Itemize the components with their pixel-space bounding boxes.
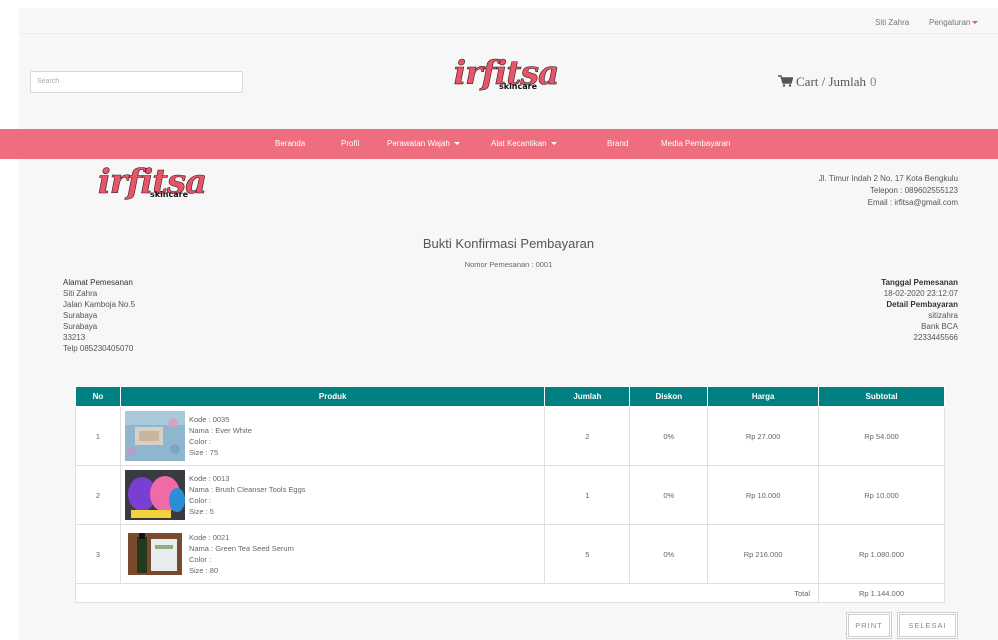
- product-code: Kode : 0021: [188, 533, 230, 542]
- cart-icon: [778, 75, 794, 87]
- row-subtotal: Rp 1.080.000: [818, 524, 945, 584]
- total-row: Total Rp 1.144.000: [74, 583, 945, 603]
- order-table: No Produk Jumlah Diskon Harga Subtotal 1: [74, 386, 945, 603]
- column-header-jumlah: Jumlah: [544, 386, 631, 407]
- row-discount: 0%: [629, 524, 709, 584]
- product-name: Nama : Ever White: [188, 426, 252, 435]
- top-bar: Siti Zahra Pengaturan: [19, 8, 998, 34]
- page-title: Bukti Konfirmasi Pembayaran: [422, 236, 595, 251]
- product-code: Kode : 0035: [188, 415, 230, 424]
- finish-button[interactable]: SELESAI: [898, 613, 957, 638]
- store-info: Jl. Timur Indah 2 No. 17 Kota Bengkulu T…: [819, 173, 958, 209]
- product-size: Size : 80: [188, 566, 219, 575]
- cart-link[interactable]: Cart / Jumlah 0: [778, 74, 877, 90]
- shipping-line: 33213: [63, 333, 86, 342]
- row-price: Rp 216.000: [707, 524, 820, 584]
- nav-item-label: Alat Kecantikan: [491, 139, 547, 148]
- row-quantity: 1: [544, 465, 631, 525]
- product-cell: Kode : 0035 Nama : Ever White Color : Si…: [119, 406, 546, 466]
- settings-label: Pengaturan: [929, 18, 971, 27]
- user-name-link[interactable]: Siti Zahra: [875, 18, 909, 27]
- total-value: Rp 1.144.000: [818, 583, 945, 603]
- settings-dropdown[interactable]: Pengaturan: [929, 18, 979, 27]
- nav-item-alat-kecantikan[interactable]: Alat Kecantikan: [491, 139, 557, 148]
- receipt-logo: irfitsa skincare: [87, 164, 217, 200]
- product-color: Color :: [188, 496, 212, 505]
- table-row: 1 Kode : 0035 Nama : Ever White Color : …: [75, 406, 945, 466]
- store-email: Email : irfitsa@gmail.com: [867, 198, 958, 207]
- date-heading: Tanggal Pemesanan: [881, 278, 958, 287]
- shipping-line: Surabaya: [63, 322, 98, 331]
- row-no: 3: [75, 524, 121, 584]
- product-image: [124, 529, 185, 579]
- shipping-line: Jalan Kamboja No.5: [63, 300, 136, 309]
- caret-down-icon: [972, 21, 979, 25]
- column-header-produk: Produk: [119, 386, 546, 407]
- column-header-no: No: [75, 386, 121, 407]
- row-discount: 0%: [629, 465, 709, 525]
- product-size: Size : 75: [188, 448, 219, 457]
- shipping-address: Alamat Pemesanan Siti Zahra Jalan Kamboj…: [63, 277, 135, 354]
- row-no: 2: [75, 465, 121, 525]
- row-discount: 0%: [629, 406, 709, 466]
- product-code: Kode : 0013: [188, 474, 230, 483]
- row-quantity: 2: [544, 406, 631, 466]
- nav-item-beranda[interactable]: Beranda: [275, 139, 305, 148]
- row-subtotal: Rp 10.000: [818, 465, 945, 525]
- column-header-diskon: Diskon: [629, 386, 709, 407]
- shipping-heading: Alamat Pemesanan: [63, 278, 133, 287]
- payment-account-number: 2233445566: [913, 333, 959, 342]
- search-input[interactable]: Search: [30, 71, 243, 93]
- product-name: Nama : Green Tea Seed Serum: [188, 544, 294, 553]
- column-header-harga: Harga: [707, 386, 820, 407]
- cart-count: 0: [870, 74, 877, 89]
- nav-item-profil[interactable]: Profil: [341, 139, 359, 148]
- table-header-row: No Produk Jumlah Diskon Harga Subtotal: [75, 386, 945, 407]
- row-no: 1: [75, 406, 121, 466]
- total-label: Total: [74, 583, 820, 603]
- caret-down-icon: [453, 142, 460, 146]
- row-price: Rp 10.000: [707, 465, 820, 525]
- main-nav: Beranda Profil Perawatan Wajah Alat Keca…: [0, 129, 998, 159]
- site-header: Search irfitsa skincare Cart / Jumlah 0: [19, 34, 998, 129]
- shipping-line: Siti Zahra: [63, 289, 98, 298]
- row-price: Rp 27.000: [707, 406, 820, 466]
- shipping-line: Surabaya: [63, 311, 98, 320]
- caret-down-icon: [550, 142, 557, 146]
- product-color: Color :: [188, 555, 212, 564]
- product-color: Color :: [188, 437, 212, 446]
- product-cell: Kode : 0021 Nama : Green Tea Seed Serum …: [119, 524, 546, 584]
- receipt-panel: irfitsa skincare Jl. Timur Indah 2 No. 1…: [19, 159, 998, 640]
- nav-item-label: Perawatan Wajah: [387, 139, 450, 148]
- site-logo[interactable]: irfitsa skincare: [451, 55, 561, 91]
- cart-label: Cart / Jumlah: [796, 74, 867, 89]
- store-phone: Telepon : 089602555123: [869, 186, 958, 195]
- product-name: Nama : Brush Cleanser Tools Eggs: [188, 485, 306, 494]
- print-button[interactable]: PRINT: [847, 613, 891, 638]
- table-row: 3 Kode : 0021 Nama : Green Tea Seed Seru…: [75, 524, 945, 584]
- row-quantity: 5: [544, 524, 631, 584]
- payment-account: sitizahra: [928, 311, 958, 320]
- order-number: Nomor Pemesanan : 0001: [464, 260, 553, 269]
- product-image: [124, 470, 185, 520]
- order-date: 18-02-2020 23:12:07: [883, 289, 958, 298]
- payment-bank: Bank BCA: [921, 322, 958, 331]
- column-header-subtotal: Subtotal: [818, 386, 945, 407]
- product-image: [124, 411, 185, 461]
- row-subtotal: Rp 54.000: [818, 406, 945, 466]
- nav-item-media-pembayaran[interactable]: Media Pembayaran: [661, 139, 730, 148]
- product-cell: Kode : 0013 Nama : Brush Cleanser Tools …: [119, 465, 546, 525]
- nav-item-brand[interactable]: Brand: [607, 139, 628, 148]
- table-row: 2 Kode : 0013 Nama : Brush Cleanser Tool…: [75, 465, 945, 525]
- product-size: Size : 5: [188, 507, 214, 516]
- nav-item-perawatan-wajah[interactable]: Perawatan Wajah: [387, 139, 460, 148]
- store-address: Jl. Timur Indah 2 No. 17 Kota Bengkulu: [818, 174, 958, 183]
- payment-heading: Detail Pembayaran: [886, 300, 958, 309]
- shipping-line: Telp 085230405070: [63, 344, 134, 353]
- order-detail: Tanggal Pemesanan 18-02-2020 23:12:07 De…: [881, 277, 958, 343]
